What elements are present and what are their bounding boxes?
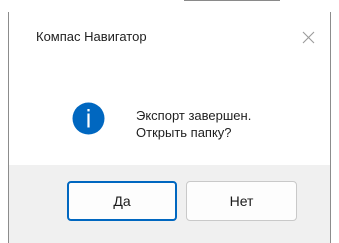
- dialog-content: Экспорт завершен. Открыть папку?: [9, 58, 330, 165]
- dialog-message: Экспорт завершен. Открыть папку?: [136, 107, 251, 141]
- dialog-button-bar: Да Нет: [9, 165, 330, 243]
- dialog-title: Компас Навигатор: [36, 29, 147, 44]
- message-line-2: Открыть папку?: [136, 125, 232, 140]
- no-button[interactable]: Нет: [186, 181, 297, 221]
- background-window-edge: [184, 0, 280, 1]
- screen: Компас Навигатор Экспорт завершен. Откры…: [0, 0, 339, 243]
- dialog-titlebar[interactable]: Компас Навигатор: [9, 12, 330, 58]
- message-line-1: Экспорт завершен.: [136, 108, 252, 123]
- yes-button[interactable]: Да: [67, 181, 177, 221]
- message-dialog: Компас Навигатор Экспорт завершен. Откры…: [8, 12, 331, 243]
- close-icon[interactable]: [301, 30, 316, 45]
- info-icon: [72, 102, 105, 135]
